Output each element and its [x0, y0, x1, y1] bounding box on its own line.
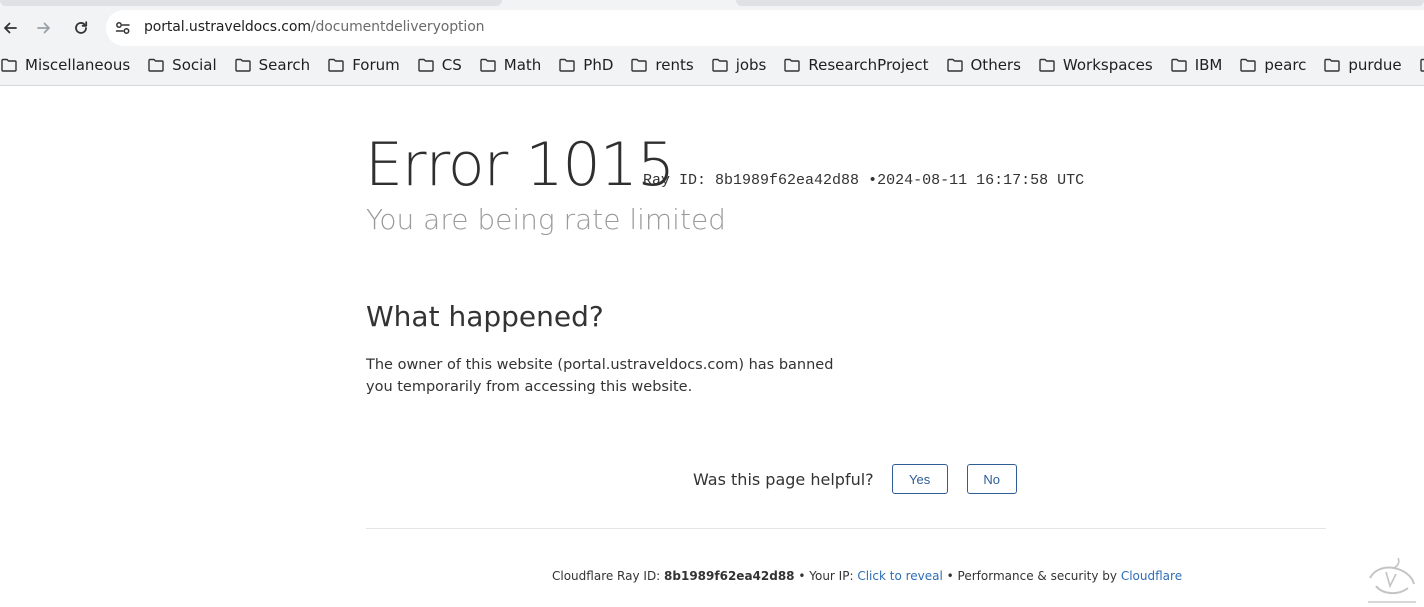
folder-icon	[328, 58, 344, 72]
address-bar[interactable]: portal.ustraveldocs.com/documentdelivery…	[106, 10, 1424, 46]
footer-divider	[366, 528, 1326, 529]
browser-toolbar: portal.ustraveldocs.com/documentdelivery…	[0, 0, 1424, 86]
bookmark-folder[interactable]: Forum	[328, 56, 400, 74]
ray-id-label: Ray ID: 8b1989f62ea42d88	[643, 172, 860, 189]
footer-ray-label: Cloudflare Ray ID:	[552, 569, 665, 583]
toolbar-divider	[0, 85, 1424, 86]
folder-icon	[784, 58, 801, 72]
folder-icon	[1419, 58, 1424, 72]
folder-icon	[711, 58, 728, 72]
site-settings-icon[interactable]	[114, 19, 132, 37]
folder-icon	[418, 58, 434, 72]
bookmark-folder[interactable]: Search	[234, 56, 311, 74]
reload-button[interactable]	[67, 14, 95, 42]
bookmark-label: Workspaces	[1062, 56, 1153, 74]
bookmark-folder[interactable]: Workspaces	[1039, 56, 1153, 74]
feedback-no-button[interactable]: No	[966, 464, 1017, 494]
error-subtitle: You are being rate limited	[366, 203, 726, 236]
bookmark-label: Social	[172, 56, 217, 74]
folder-icon	[1324, 58, 1341, 72]
bookmark-folder[interactable]: Math	[480, 56, 542, 74]
bookmark-folder[interactable]: purdue	[1324, 56, 1402, 74]
footer-separator: •	[942, 569, 958, 583]
folder-icon	[631, 58, 648, 72]
bookmark-label: IBM	[1194, 56, 1223, 74]
folder-icon	[559, 58, 575, 72]
folder-icon	[480, 58, 496, 72]
back-button[interactable]	[0, 14, 24, 42]
bookmarks-bar: Miscellaneous Social Search Forum CS Math PhD r…	[0, 50, 1424, 80]
bookmark-folder[interactable]: ResearchProject	[784, 56, 929, 74]
watermark-stamp-icon	[1368, 557, 1416, 603]
bookmark-folder[interactable]: Miscellaneous	[1, 56, 130, 74]
cloudflare-link[interactable]: Cloudflare	[1121, 569, 1182, 583]
footer-ray-id: 8b1989f62ea42d88	[664, 569, 795, 583]
feedback-yes-button[interactable]: Yes	[891, 464, 948, 494]
forward-button[interactable]	[30, 14, 58, 42]
tab-edge[interactable]	[0, 0, 502, 6]
reveal-ip-link[interactable]: Click to reveal	[857, 569, 943, 583]
bookmark-folder[interactable]: guitar	[1419, 56, 1424, 74]
folder-icon	[148, 58, 164, 72]
bookmark-folder[interactable]: rents	[631, 56, 694, 74]
bookmark-label: Search	[258, 56, 311, 74]
ray-id-line: Ray ID: 8b1989f62ea42d88 •2024-08-11 16:…	[643, 172, 1084, 189]
url-path: /documentdeliveryoption	[310, 19, 485, 35]
bookmark-folder[interactable]: IBM	[1171, 56, 1223, 74]
footer-perf-label: Performance & security by	[957, 569, 1121, 583]
bookmark-folder[interactable]: Others	[946, 56, 1021, 74]
bookmark-folder[interactable]: Social	[148, 56, 217, 74]
bookmark-label: rents	[655, 56, 694, 74]
folder-icon	[1, 58, 17, 72]
bookmark-label: jobs	[735, 56, 767, 74]
bookmark-label: PhD	[583, 56, 614, 74]
bookmark-label: pearc	[1264, 56, 1307, 74]
bookmark-label: purdue	[1348, 56, 1402, 74]
footer-ip-label: Your IP:	[809, 569, 858, 583]
bookmark-label: CS	[441, 56, 462, 74]
error-timestamp: 2024-08-11 16:17:58 UTC	[877, 172, 1085, 189]
cloudflare-footer: Cloudflare Ray ID: 8b1989f62ea42d88 • Yo…	[552, 569, 1182, 583]
bookmark-folder[interactable]: pearc	[1240, 56, 1306, 74]
what-happened-text: The owner of this website (portal.ustrav…	[366, 357, 834, 395]
feedback-question: Was this page helpful?	[693, 469, 874, 489]
bookmark-folder[interactable]: PhD	[559, 56, 613, 74]
folder-icon	[1039, 58, 1055, 72]
bookmark-label: Forum	[352, 56, 400, 74]
folder-icon	[946, 58, 963, 72]
folder-icon	[1171, 58, 1187, 72]
folder-icon	[1240, 58, 1257, 72]
back-arrow-icon	[4, 22, 17, 34]
bullet-separator: •	[868, 172, 878, 189]
folder-icon	[234, 58, 251, 72]
bookmark-folder[interactable]: CS	[418, 56, 462, 74]
error-title: Error 1015	[365, 130, 675, 200]
bookmark-label: ResearchProject	[808, 56, 929, 74]
footer-separator: •	[794, 569, 810, 583]
tab-edge[interactable]	[736, 0, 1424, 6]
forward-arrow-icon	[37, 22, 50, 34]
url-host: portal.ustraveldocs.com	[144, 19, 311, 35]
bookmark-folder[interactable]: jobs	[711, 56, 767, 74]
bookmark-label: Math	[503, 56, 542, 74]
what-happened-heading: What happened?	[366, 300, 604, 333]
feedback-section: Was this page helpful? Yes No	[693, 463, 1017, 495]
bookmark-label: Others	[970, 56, 1021, 74]
bookmark-label: Miscellaneous	[25, 56, 131, 74]
url-text[interactable]: portal.ustraveldocs.com/documentdelivery…	[144, 19, 485, 35]
reload-icon	[75, 21, 88, 34]
